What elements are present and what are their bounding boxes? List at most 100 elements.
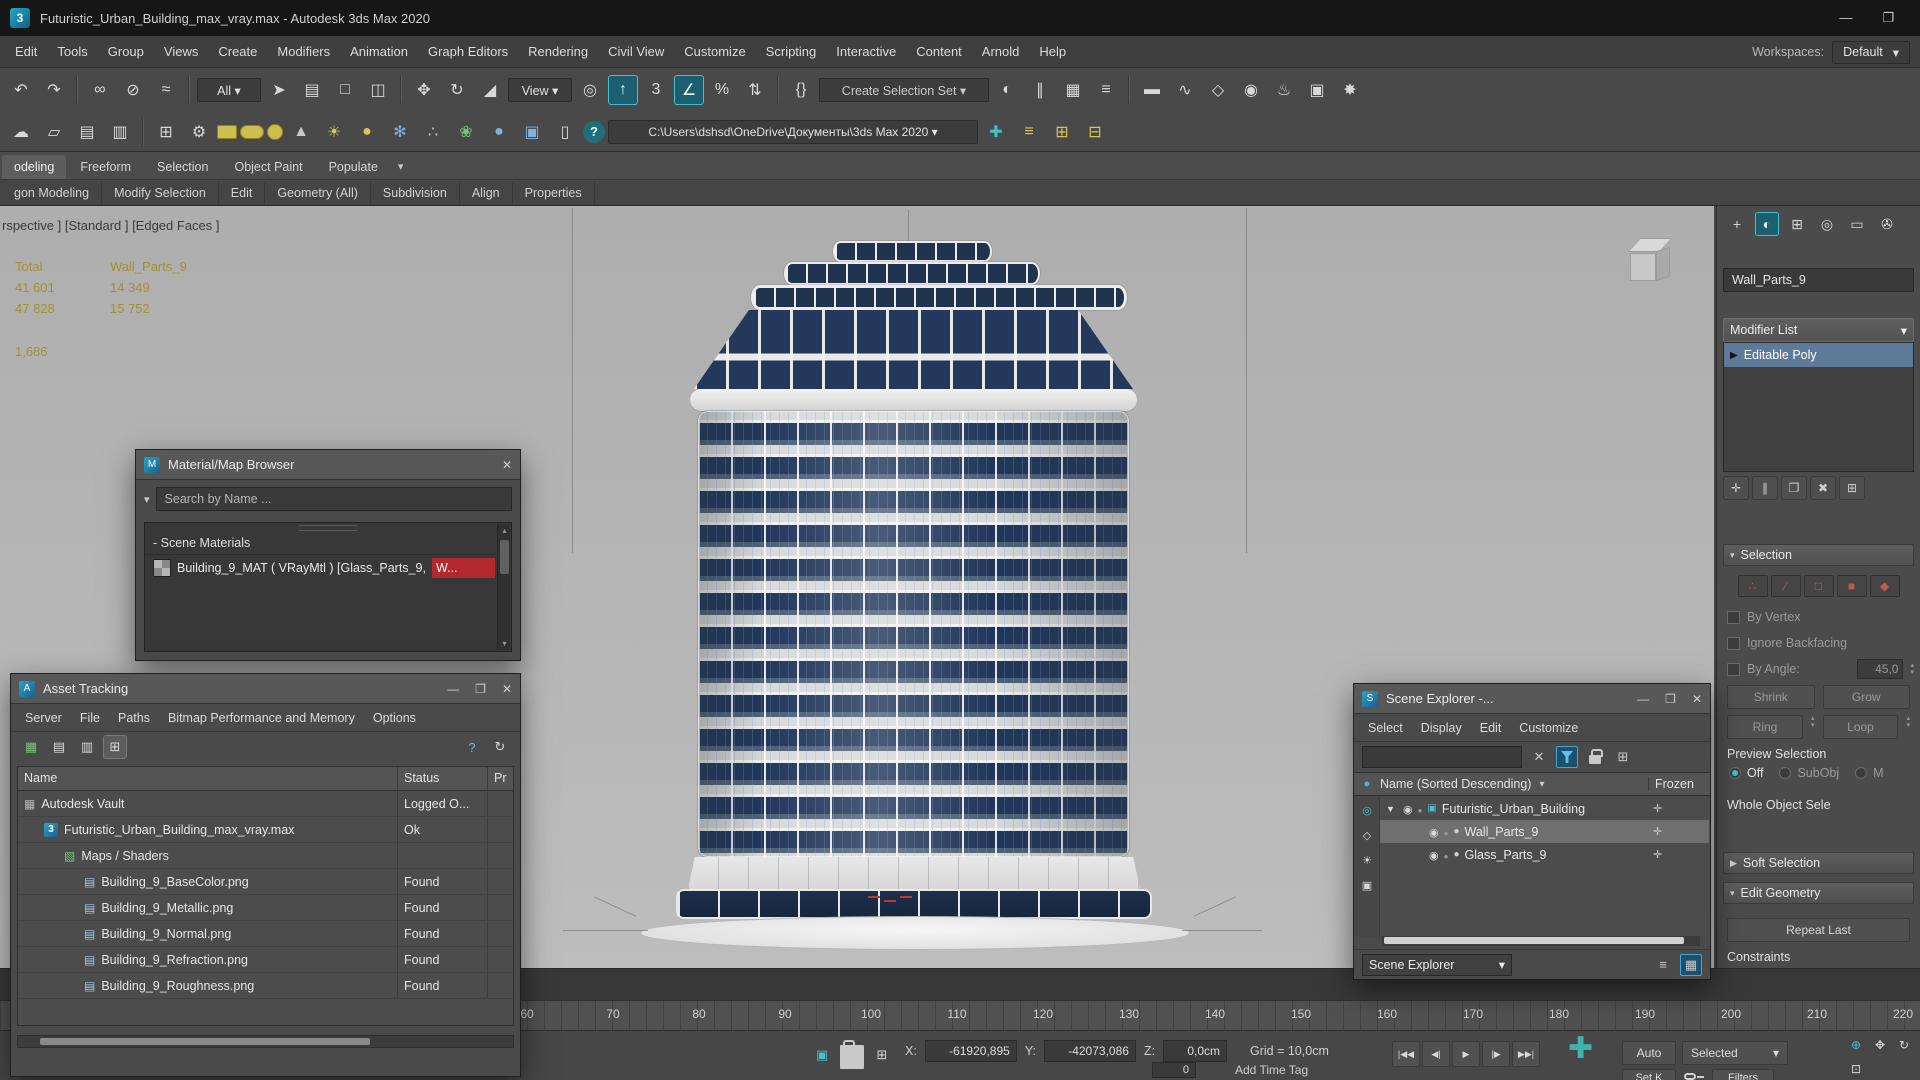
next-frame-icon[interactable]: |▶ bbox=[1482, 1041, 1510, 1067]
menu-item[interactable]: Tools bbox=[48, 39, 96, 64]
rectangular-selection-region-icon[interactable]: □ bbox=[330, 75, 360, 105]
minimize-icon[interactable]: — bbox=[447, 682, 459, 696]
maximize-icon[interactable]: ❐ bbox=[1882, 10, 1894, 26]
save-file-icon[interactable]: ▥ bbox=[105, 117, 135, 147]
clear-search-icon[interactable]: ✕ bbox=[1528, 746, 1550, 768]
zoom-icon[interactable]: ⊕ bbox=[1846, 1035, 1866, 1055]
scrollbar-thumb[interactable] bbox=[40, 1038, 370, 1045]
ribbon-tab[interactable]: Populate bbox=[317, 155, 390, 179]
workspaces-dropdown[interactable]: Default ▾ bbox=[1832, 40, 1910, 64]
refresh-icon[interactable]: ↻ bbox=[488, 735, 512, 759]
material-map-browser-window[interactable]: M Material/Map Browser ✕ ▾ Search by Nam… bbox=[135, 449, 521, 661]
menu-item[interactable]: Help bbox=[1030, 39, 1075, 64]
vertex-subobject-icon[interactable]: ∴ bbox=[1737, 575, 1768, 597]
menu-item[interactable]: Arnold bbox=[973, 39, 1029, 64]
display-tab-icon[interactable]: ▭ bbox=[1845, 212, 1869, 236]
modifier-stack[interactable]: ▶ Editable Poly bbox=[1723, 342, 1914, 472]
display-shapes-icon[interactable]: ◇ bbox=[1358, 826, 1376, 844]
ribbon-panel[interactable]: Modify Selection bbox=[102, 181, 219, 204]
material-list[interactable]: - Scene Materials Building_9_MAT ( VRayM… bbox=[144, 522, 512, 652]
pin-stack-icon[interactable]: ✛ bbox=[1723, 476, 1749, 500]
asset-row[interactable]: ▧ Maps / Shaders bbox=[18, 843, 513, 869]
selection-rollout-header[interactable]: ▾ Selection bbox=[1723, 544, 1914, 566]
soft-selection-rollout-header[interactable]: ▶ Soft Selection bbox=[1723, 852, 1914, 874]
ribbon-panel[interactable]: Geometry (All) bbox=[265, 181, 371, 204]
set-key-button[interactable]: ✚ bbox=[1568, 1031, 1593, 1066]
mirror-icon[interactable]: ◐ bbox=[992, 75, 1022, 105]
autoback-cloud-icon[interactable]: ☁ bbox=[6, 117, 36, 147]
display-lights-icon[interactable]: ☀ bbox=[1358, 851, 1376, 869]
bind-to-space-warp-icon[interactable]: ≈ bbox=[151, 75, 181, 105]
edge-subobject-icon[interactable]: ∕ bbox=[1770, 575, 1801, 597]
toggle-layer-explorer-icon[interactable]: ≡ bbox=[1091, 75, 1121, 105]
frame-number-field[interactable]: 0 bbox=[1152, 1062, 1196, 1078]
scroll-down-icon[interactable]: ▾ bbox=[498, 639, 511, 648]
use-pivot-point-center-icon[interactable]: ◎ bbox=[575, 75, 605, 105]
polygon-subobject-icon[interactable]: ■ bbox=[1836, 575, 1867, 597]
minimize-icon[interactable]: — bbox=[1637, 692, 1649, 706]
ribbon-panel[interactable]: gon Modeling bbox=[2, 181, 103, 204]
asset-row[interactable]: ▤ Building_9_Metallic.png Found bbox=[18, 895, 513, 921]
asset-row[interactable]: ▦ Autodesk Vault Logged O... bbox=[18, 791, 513, 817]
modify-tab-icon[interactable]: ◐ bbox=[1755, 212, 1779, 236]
details-view-icon[interactable]: ▥ bbox=[75, 735, 99, 759]
asset-row[interactable]: ▤ Building_9_Normal.png Found bbox=[18, 921, 513, 947]
window-crossing-toggle-icon[interactable]: ◫ bbox=[363, 75, 393, 105]
scene-search-input[interactable] bbox=[1362, 746, 1522, 768]
cone-primitive-icon[interactable]: ▲ bbox=[286, 117, 316, 147]
menu-item[interactable]: Customize bbox=[1511, 717, 1586, 739]
motion-tab-icon[interactable]: ◎ bbox=[1815, 212, 1839, 236]
rendered-frame-window-icon[interactable]: ▣ bbox=[1302, 75, 1332, 105]
create-tab-icon[interactable]: + bbox=[1725, 212, 1749, 236]
element-subobject-icon[interactable]: ◆ bbox=[1869, 575, 1900, 597]
menu-item[interactable]: Bitmap Performance and Memory bbox=[160, 707, 363, 729]
menu-item[interactable]: Options bbox=[365, 707, 424, 729]
gear-icon[interactable]: ⚙ bbox=[184, 117, 214, 147]
frozen-toggle-icon[interactable] bbox=[1653, 802, 1709, 815]
asset-table-header[interactable]: Name Status Pr bbox=[18, 767, 513, 791]
auto-key-button[interactable]: Auto bbox=[1622, 1041, 1676, 1065]
previous-frame-icon[interactable]: ◀| bbox=[1422, 1041, 1450, 1067]
reference-coordinate-dropdown[interactable]: View ▾ bbox=[508, 78, 572, 102]
edit-named-selection-sets-icon[interactable]: {} bbox=[786, 75, 816, 105]
list-view-icon[interactable]: ▤ bbox=[47, 735, 71, 759]
menu-item[interactable]: Graph Editors bbox=[419, 39, 517, 64]
edit-geometry-rollout-header[interactable]: ▾ Edit Geometry bbox=[1723, 882, 1914, 904]
show-end-result-icon[interactable]: ∥ bbox=[1752, 476, 1778, 500]
selection-lock-icon[interactable] bbox=[840, 1040, 864, 1069]
expand-caret-icon[interactable]: ▼ bbox=[1386, 804, 1398, 814]
menu-item[interactable]: Paths bbox=[110, 707, 158, 729]
add-time-tag[interactable]: Add Time Tag bbox=[1235, 1063, 1308, 1077]
menu-item[interactable]: Scripting bbox=[757, 39, 826, 64]
table-view-icon[interactable]: ▦ bbox=[19, 735, 43, 759]
scene-explorer-columns[interactable]: ● Name (Sorted Descending) ▾ Frozen bbox=[1354, 772, 1710, 796]
explorer-preset-dropdown[interactable]: Scene Explorer ▾ bbox=[1362, 953, 1512, 976]
visibility-eye-icon[interactable] bbox=[1429, 825, 1439, 839]
help-icon[interactable]: ? bbox=[583, 120, 605, 143]
pan-icon[interactable]: ✥ bbox=[1870, 1035, 1890, 1055]
render-toggle-icon[interactable] bbox=[1444, 825, 1449, 839]
visibility-eye-icon[interactable] bbox=[1429, 848, 1439, 862]
unlink-selection-icon[interactable]: ⊘ bbox=[118, 75, 148, 105]
hierarchy-tab-icon[interactable]: ⊞ bbox=[1785, 212, 1809, 236]
select-object-icon[interactable]: ➤ bbox=[264, 75, 294, 105]
select-by-name-icon[interactable]: ▤ bbox=[297, 75, 327, 105]
view-cube[interactable] bbox=[1620, 236, 1680, 296]
ribbon-tab[interactable]: Selection bbox=[145, 155, 220, 179]
frozen-toggle-icon[interactable] bbox=[1653, 825, 1709, 838]
viewport-label[interactable]: rspective ] [Standard ] [Edged Faces ] bbox=[2, 218, 220, 233]
asset-row[interactable]: ▤ Building_9_Roughness.png Found bbox=[18, 973, 513, 999]
sphere-primitive-icon[interactable]: ● bbox=[352, 117, 382, 147]
ribbon-panel[interactable]: Properties bbox=[513, 181, 595, 204]
close-icon[interactable]: ✕ bbox=[502, 682, 512, 696]
go-to-start-icon[interactable]: |◀◀ bbox=[1392, 1041, 1420, 1067]
container-explorer-icon[interactable]: ▦ bbox=[1680, 953, 1702, 976]
pick-parent-icon[interactable]: ⊞ bbox=[1612, 746, 1634, 768]
render-toggle-icon[interactable] bbox=[1418, 802, 1423, 816]
menu-item[interactable]: Server bbox=[17, 707, 70, 729]
select-and-link-icon[interactable]: ∞ bbox=[85, 75, 115, 105]
select-and-move-icon[interactable]: ✥ bbox=[409, 75, 439, 105]
maximize-viewport-icon[interactable]: ⊡ bbox=[1846, 1059, 1866, 1079]
preview-off-radio[interactable] bbox=[1729, 767, 1741, 779]
menu-item[interactable]: Modifiers bbox=[268, 39, 339, 64]
